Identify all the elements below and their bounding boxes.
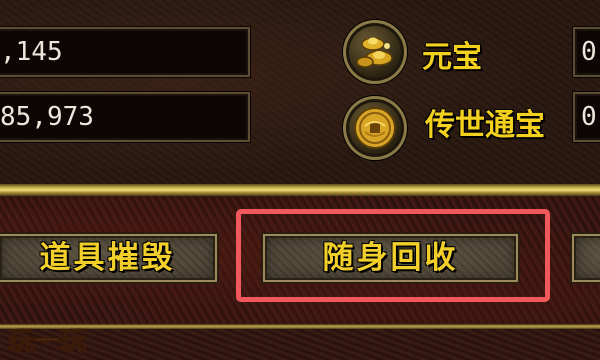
treasure-coin-icon	[343, 96, 407, 160]
yuanbao-amount-value: 0	[581, 37, 597, 67]
yuanbao-label: 元宝	[422, 40, 482, 75]
currency-amount-value-2: 85,973	[0, 102, 94, 132]
item-destroy-button[interactable]: 道具摧毁	[0, 232, 219, 284]
highlight-frame	[236, 209, 550, 302]
chuanshi-amount-field: 0	[573, 92, 600, 142]
gold-divider	[0, 184, 600, 196]
currency-amount-value-1: ,145	[0, 37, 63, 67]
partial-button-right[interactable]	[570, 232, 600, 284]
yuanbao-amount-field: 0	[573, 27, 600, 77]
chuanshi-tongbao-label: 传世通宝	[425, 108, 545, 143]
currency-amount-field-2: 85,973	[0, 92, 250, 142]
gold-ingot-icon	[343, 20, 407, 84]
currency-amount-field-1: ,145	[0, 27, 250, 77]
watermark-logo: 玩一玩	[8, 327, 87, 358]
svg-text:玩一玩: 玩一玩	[8, 327, 86, 357]
chuanshi-amount-value: 0	[581, 102, 597, 132]
